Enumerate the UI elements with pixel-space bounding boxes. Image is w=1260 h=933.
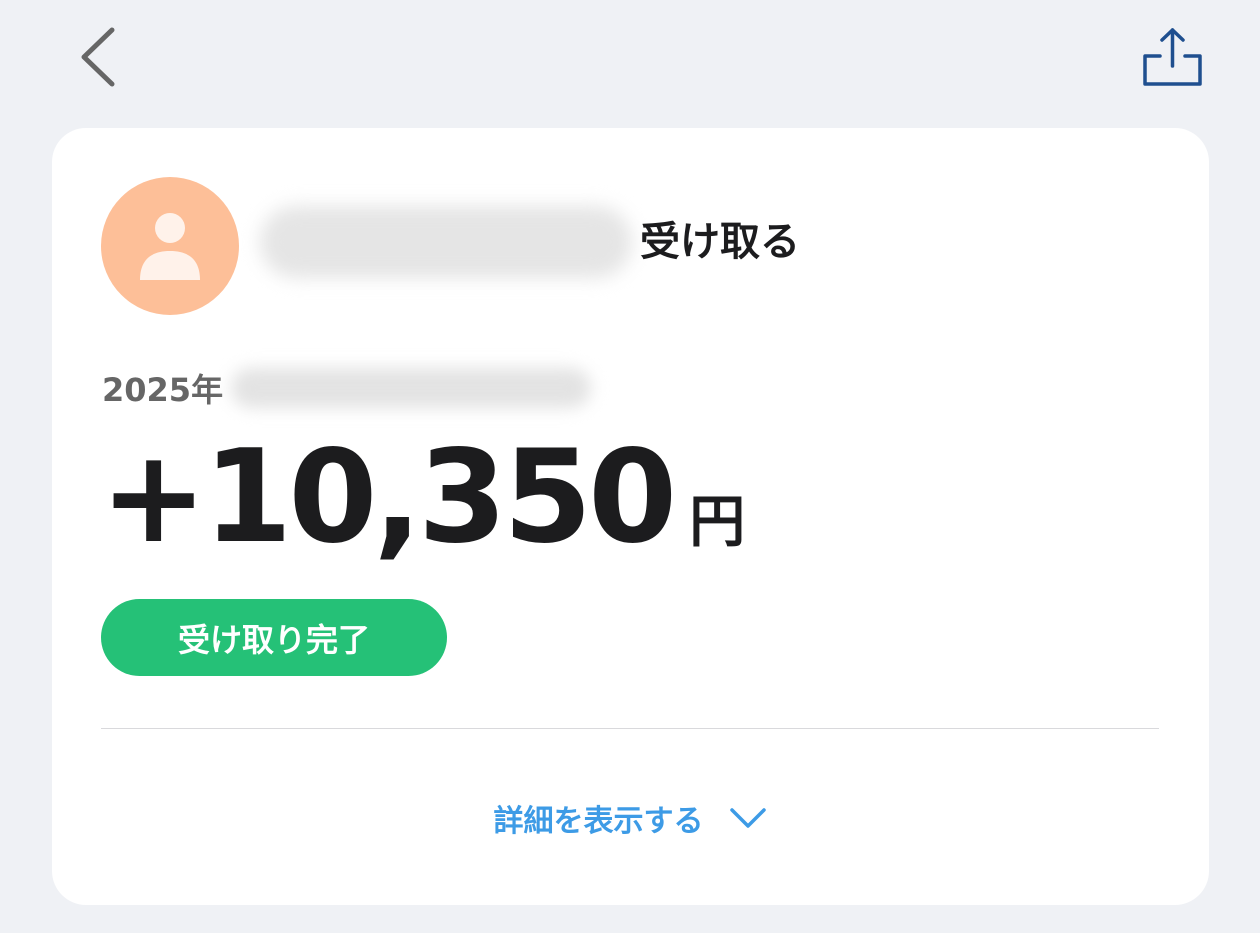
back-button[interactable] [70, 22, 130, 92]
sender-name-redacted [260, 206, 632, 278]
chevron-left-icon [81, 27, 115, 87]
transaction-date: 2025年 [102, 364, 592, 412]
show-details-button[interactable]: 詳細を表示する [52, 788, 1209, 848]
share-icon [1143, 28, 1202, 86]
divider [101, 728, 1159, 729]
amount-value: +10,350 [100, 423, 677, 572]
share-button[interactable] [1138, 24, 1208, 94]
date-year: 2025年 [102, 371, 224, 409]
show-details-label: 詳細を表示する [493, 804, 704, 839]
transaction-card: 受け取る 2025年 +10,350 円 受け取り完了 詳細を表示する [52, 128, 1209, 905]
status-badge: 受け取り完了 [101, 599, 447, 676]
avatar [101, 177, 239, 315]
person-icon [140, 213, 200, 280]
amount-display: +10,350 円 [100, 428, 745, 568]
currency-label: 円 [689, 490, 746, 555]
chevron-down-icon [729, 808, 766, 828]
receive-label: 受け取る [640, 219, 800, 265]
date-redacted [231, 368, 592, 408]
